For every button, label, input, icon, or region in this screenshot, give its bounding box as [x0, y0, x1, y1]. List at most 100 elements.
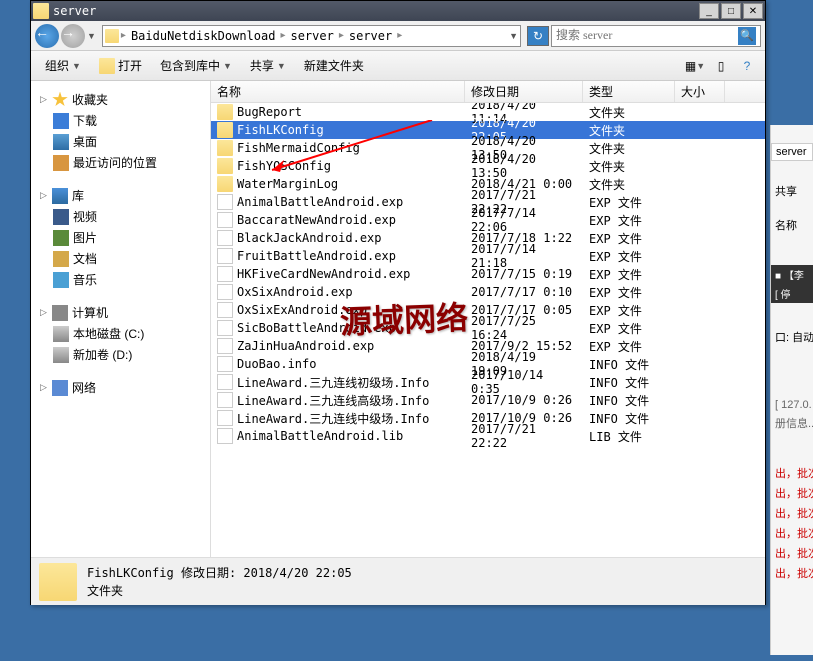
share-button[interactable]: 共享▼ [242, 54, 294, 77]
file-type: 文件夹 [583, 121, 675, 140]
sidebar-recent[interactable]: 最近访问的位置 [35, 152, 206, 173]
file-row[interactable]: FruitBattleAndroid.exp2017/7/14 21:18EXP… [211, 247, 765, 265]
file-row[interactable]: FishYQSConfig2018/4/20 13:50文件夹 [211, 157, 765, 175]
status-text: FishLKConfig 修改日期: 2018/4/20 22:05 文件夹 [87, 564, 352, 600]
column-date[interactable]: 修改日期 [465, 81, 583, 102]
file-row[interactable]: AnimalBattleAndroid.lib2017/7/21 22:22LI… [211, 427, 765, 445]
file-type: INFO 文件 [583, 355, 675, 374]
window-icon [33, 3, 49, 19]
favorites-group[interactable]: ▷收藏夹 [35, 89, 206, 110]
include-library-button[interactable]: 包含到库中▼ [152, 54, 240, 77]
file-icon [217, 374, 233, 390]
file-size [675, 417, 725, 419]
file-type: INFO 文件 [583, 373, 675, 392]
file-type: EXP 文件 [583, 229, 675, 248]
file-name: FishLKConfig [237, 123, 324, 137]
file-name: DuoBao.info [237, 357, 316, 371]
back-button[interactable]: ← [35, 24, 59, 48]
file-size [675, 273, 725, 275]
file-row[interactable]: HKFiveCardNewAndroid.exp2017/7/15 0:19EX… [211, 265, 765, 283]
file-type: EXP 文件 [583, 247, 675, 266]
view-button[interactable]: ▦▼ [683, 55, 707, 77]
search-icon[interactable]: 🔍 [738, 27, 756, 45]
status-icon [39, 563, 77, 601]
file-icon [217, 392, 233, 408]
file-name: LineAward.三九连线高级场.Info [237, 392, 429, 409]
sidebar: ▷收藏夹 下载 桌面 最近访问的位置 ▷库 视频 图片 文档 音乐 ▷计算机 本… [31, 81, 211, 557]
file-icon [217, 338, 233, 354]
file-name: HKFiveCardNewAndroid.exp [237, 267, 410, 281]
file-name: OxSixExAndroid.exp [237, 303, 367, 317]
file-type: 文件夹 [583, 103, 675, 122]
sidebar-desktop[interactable]: 桌面 [35, 131, 206, 152]
sidebar-documents[interactable]: 文档 [35, 248, 206, 269]
preview-pane-button[interactable]: ▯ [709, 55, 733, 77]
file-row[interactable]: LineAward.三九连线高级场.Info2017/10/9 0:26INFO… [211, 391, 765, 409]
help-button[interactable]: ? [735, 55, 759, 77]
file-type: EXP 文件 [583, 337, 675, 356]
close-button[interactable]: ✕ [743, 3, 763, 19]
breadcrumb-part[interactable]: BaiduNetdiskDownload [128, 29, 279, 43]
sidebar-downloads[interactable]: 下载 [35, 110, 206, 131]
file-row[interactable]: LineAward.三九连线初级场.Info2017/10/14 0:35INF… [211, 373, 765, 391]
titlebar[interactable]: server _ □ ✕ [31, 1, 765, 21]
file-size [675, 147, 725, 149]
library-group[interactable]: ▷库 [35, 185, 206, 206]
history-dropdown[interactable]: ▼ [87, 31, 96, 41]
file-type: EXP 文件 [583, 193, 675, 212]
breadcrumb[interactable]: ▸ BaiduNetdiskDownload ▸ server ▸ server… [102, 25, 521, 47]
file-row[interactable]: BaccaratNewAndroid.exp2017/7/14 22:06EXP… [211, 211, 765, 229]
file-size [675, 345, 725, 347]
window-title: server [53, 4, 699, 18]
breadcrumb-part[interactable]: server [287, 29, 336, 43]
sidebar-video[interactable]: 视频 [35, 206, 206, 227]
column-size[interactable]: 大小 [675, 81, 725, 102]
column-name[interactable]: 名称 [211, 81, 465, 102]
file-row[interactable]: OxSixAndroid.exp2017/7/17 0:10EXP 文件 [211, 283, 765, 301]
network-group[interactable]: ▷网络 [35, 377, 206, 398]
folder-icon [217, 122, 233, 138]
search-box[interactable]: 🔍 [551, 25, 761, 47]
sidebar-disk-c[interactable]: 本地磁盘 (C:) [35, 323, 206, 344]
file-icon [217, 194, 233, 210]
computer-group[interactable]: ▷计算机 [35, 302, 206, 323]
side-tab-server[interactable]: server [771, 143, 813, 161]
navbar: ← → ▼ ▸ BaiduNetdiskDownload ▸ server ▸ … [31, 21, 765, 51]
forward-button[interactable]: → [61, 24, 85, 48]
file-icon [217, 284, 233, 300]
minimize-button[interactable]: _ [699, 3, 719, 19]
new-folder-button[interactable]: 新建文件夹 [296, 54, 372, 77]
search-input[interactable] [556, 28, 738, 43]
file-list: 名称 修改日期 类型 大小 BugReport2018/4/20 11:14文件… [211, 81, 765, 557]
folder-icon [217, 176, 233, 192]
file-type: INFO 文件 [583, 391, 675, 410]
file-type: EXP 文件 [583, 283, 675, 302]
file-size [675, 255, 725, 257]
file-name: WaterMarginLog [237, 177, 338, 191]
file-row[interactable]: SicBoBattleAndroid.exp2017/7/25 16:24EXP… [211, 319, 765, 337]
maximize-button[interactable]: □ [721, 3, 741, 19]
open-button[interactable]: 打开 [91, 54, 150, 77]
file-size [675, 363, 725, 365]
file-size [675, 129, 725, 131]
file-size [675, 111, 725, 113]
file-icon [217, 356, 233, 372]
folder-icon [217, 104, 233, 120]
column-type[interactable]: 类型 [583, 81, 675, 102]
file-size [675, 237, 725, 239]
file-date: 2017/7/17 0:10 [465, 284, 583, 300]
file-icon [217, 320, 233, 336]
sidebar-pictures[interactable]: 图片 [35, 227, 206, 248]
refresh-button[interactable]: ↻ [527, 26, 549, 46]
sidebar-music[interactable]: 音乐 [35, 269, 206, 290]
file-type: LIB 文件 [583, 427, 675, 446]
organize-button[interactable]: 组织▼ [37, 54, 89, 77]
file-icon [217, 410, 233, 426]
file-size [675, 435, 725, 437]
sidebar-disk-d[interactable]: 新加卷 (D:) [35, 344, 206, 365]
file-icon [217, 266, 233, 282]
file-name: AnimalBattleAndroid.lib [237, 429, 403, 443]
file-size [675, 309, 725, 311]
breadcrumb-part[interactable]: server [346, 29, 395, 43]
file-type: EXP 文件 [583, 301, 675, 320]
